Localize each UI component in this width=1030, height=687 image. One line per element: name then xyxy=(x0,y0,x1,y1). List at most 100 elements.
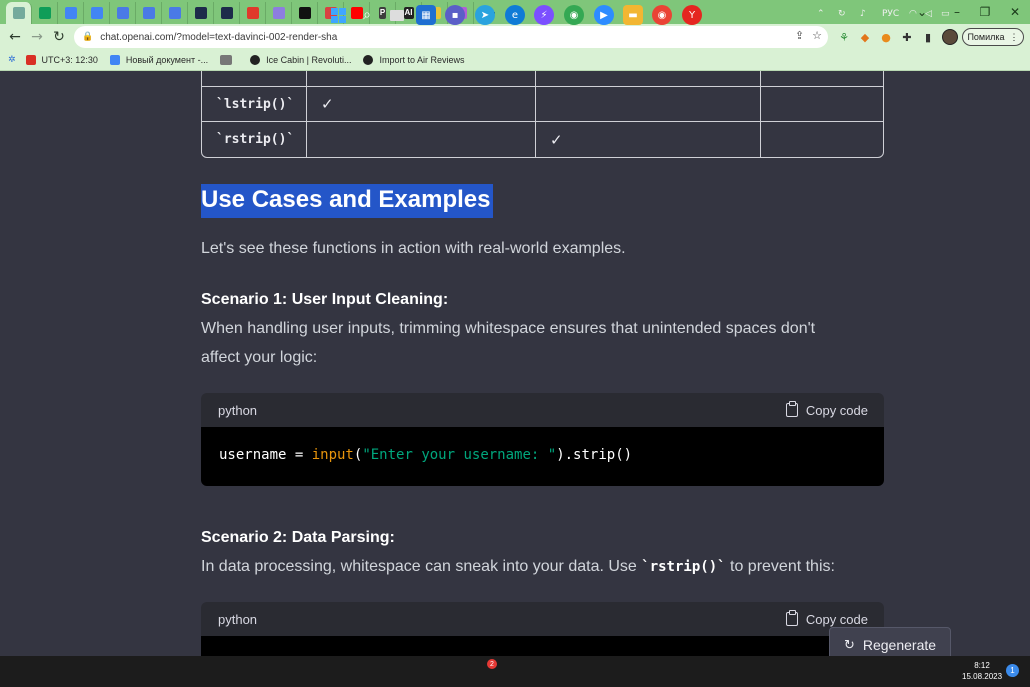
bookmark-doc[interactable]: Новый документ -... xyxy=(109,55,208,65)
code-token-rest: ).strip() xyxy=(556,447,633,463)
table-row: `lstrip()` ✓ xyxy=(202,87,883,122)
scenario2-title-text: Scenario 2: Data Parsing: xyxy=(201,529,395,546)
extensions-puzzle-icon[interactable]: ✚ xyxy=(899,28,915,46)
clipboard-icon xyxy=(785,401,798,417)
bookmark-label: Import to Air Reviews xyxy=(379,55,465,65)
star-icon xyxy=(272,7,285,19)
code-token-function: input xyxy=(311,447,354,463)
search-icon[interactable]: ⌕ xyxy=(357,5,377,25)
volume-icon[interactable]: ◁ xyxy=(925,9,932,19)
docs-icon xyxy=(64,7,77,19)
yandex-icon[interactable]: Y xyxy=(682,5,702,25)
language-indicator[interactable]: РУС xyxy=(882,9,899,19)
browser-tab[interactable] xyxy=(292,2,318,24)
clock-bookmark-icon xyxy=(25,55,36,65)
globe-bookmark-icon xyxy=(363,55,374,65)
profile-error-button[interactable]: Помилка ⋮ xyxy=(962,28,1024,46)
chat-app-icon[interactable]: ▪ xyxy=(445,5,465,25)
side-panel-icon[interactable]: ▮ xyxy=(920,28,936,46)
bookmark-air-reviews[interactable]: Import to Air Reviews xyxy=(363,55,465,65)
table-cell xyxy=(536,87,761,122)
copy-code-button[interactable]: Copy code xyxy=(785,610,868,627)
close-icon[interactable]: ✕ xyxy=(998,0,1030,24)
code-header: python Copy code xyxy=(201,602,884,636)
bookmark-label: UTC+3: 12:30 xyxy=(41,55,98,65)
address-bar: ← → ↻ 🔒 chat.openai.com/?model=text-davi… xyxy=(0,24,1030,50)
globe-bookmark-icon xyxy=(250,55,261,65)
scenario2-text: In data processing, whitespace can sneak… xyxy=(201,552,835,582)
browser-tab[interactable] xyxy=(266,2,292,24)
target-icon xyxy=(246,7,259,19)
browser-tab[interactable] xyxy=(136,2,162,24)
hexagon-icon xyxy=(220,7,233,19)
copy-code-label: Copy code xyxy=(805,402,868,418)
browser-tab[interactable] xyxy=(6,2,32,24)
edge-icon[interactable]: e xyxy=(505,5,525,25)
sync-icon[interactable]: ↻ xyxy=(838,9,846,19)
url-input[interactable]: 🔒 chat.openai.com/?model=text-davinci-00… xyxy=(74,26,828,48)
scenario2-title: Scenario 2: Data Parsing: xyxy=(201,523,395,552)
browser-tab[interactable] xyxy=(32,2,58,24)
extension-leaf-icon[interactable]: ⚘ xyxy=(836,28,852,46)
clipboard-icon xyxy=(785,610,798,626)
browser-tab[interactable] xyxy=(162,2,188,24)
browser-tab[interactable] xyxy=(58,2,84,24)
system-clock[interactable]: 8:12 15.08.2023 xyxy=(962,660,1002,682)
table-cell-method: `lstrip()` xyxy=(202,87,307,122)
intro-paragraph: Let's see these functions in action with… xyxy=(201,240,626,257)
bookmark-star-icon[interactable]: ☆ xyxy=(812,29,822,42)
task-view-icon[interactable] xyxy=(387,5,407,25)
microphone-icon[interactable]: ♪ xyxy=(860,9,866,19)
bookmark-wave[interactable] xyxy=(220,55,238,65)
tray-overflow-icon[interactable]: ⌃ xyxy=(817,9,825,19)
browser-tab[interactable] xyxy=(240,2,266,24)
lock-icon: 🔒 xyxy=(82,32,94,42)
menu-kebab-icon: ⋮ xyxy=(1009,31,1019,42)
reload-icon[interactable]: ↻ xyxy=(48,26,70,48)
notification-badge[interactable]: 1 xyxy=(1006,664,1019,677)
section-heading: Use Cases and Examples xyxy=(201,184,493,218)
battery-icon[interactable]: ▭ xyxy=(941,9,950,19)
share-icon[interactable]: ⇪ xyxy=(795,29,804,42)
hexagon-icon xyxy=(194,7,207,19)
widgets-icon[interactable]: ▦ xyxy=(416,5,436,25)
wifi-icon[interactable]: ◠ xyxy=(909,9,917,19)
translate-icon xyxy=(142,7,155,19)
wave-bookmark-icon xyxy=(220,55,233,65)
browser-tab[interactable] xyxy=(110,2,136,24)
bookmark-label: Ice Cabin | Revoluti... xyxy=(266,55,352,65)
table-cell xyxy=(761,87,883,122)
windows-start-icon[interactable] xyxy=(328,5,348,25)
table-cell xyxy=(307,122,536,157)
code-token-string: "Enter your username: " xyxy=(362,447,557,463)
translate-icon xyxy=(116,7,129,19)
restore-icon[interactable]: ❐ xyxy=(968,0,1002,24)
metamask-icon[interactable]: ◆ xyxy=(857,28,873,46)
regenerate-button[interactable]: ↻ Regenerate xyxy=(829,627,951,656)
browser-tab[interactable] xyxy=(84,2,110,24)
avatar[interactable] xyxy=(942,29,958,45)
table-cell: ✓ xyxy=(536,122,761,157)
bookmark-utc[interactable]: UTC+3: 12:30 xyxy=(25,55,98,65)
browser-tab[interactable] xyxy=(188,2,214,24)
browser-tab[interactable] xyxy=(214,2,240,24)
bookmark-ice-cabin[interactable]: Ice Cabin | Revoluti... xyxy=(250,55,351,65)
apps-icon[interactable]: ✲ xyxy=(8,55,16,65)
code-language: python xyxy=(218,402,258,418)
zoom-icon[interactable]: ▶ xyxy=(594,5,614,25)
telegram-icon[interactable]: ➤ xyxy=(475,5,495,25)
chrome-icon[interactable]: ◉ xyxy=(652,5,672,25)
table-cell xyxy=(761,122,883,157)
copy-code-button[interactable]: Copy code xyxy=(785,401,868,418)
bookmarks-bar: ✲ UTC+3: 12:30 Новый документ -... Ice C… xyxy=(0,50,1030,71)
extension-flame-icon[interactable]: ● xyxy=(878,28,894,46)
forward-icon[interactable]: → xyxy=(26,26,48,48)
file-explorer-icon[interactable]: ▬ xyxy=(623,5,643,25)
chrome-dev-icon[interactable]: ◉ xyxy=(564,5,584,25)
inline-code: `rstrip()` xyxy=(641,559,726,575)
telegram-badge: 2 xyxy=(487,659,497,669)
messenger-icon[interactable]: ⚡ xyxy=(534,5,554,25)
sheets-plus-icon xyxy=(38,7,51,19)
scenario1-title-text: Scenario 1: User Input Cleaning: xyxy=(201,291,449,308)
back-icon[interactable]: ← xyxy=(4,26,26,48)
